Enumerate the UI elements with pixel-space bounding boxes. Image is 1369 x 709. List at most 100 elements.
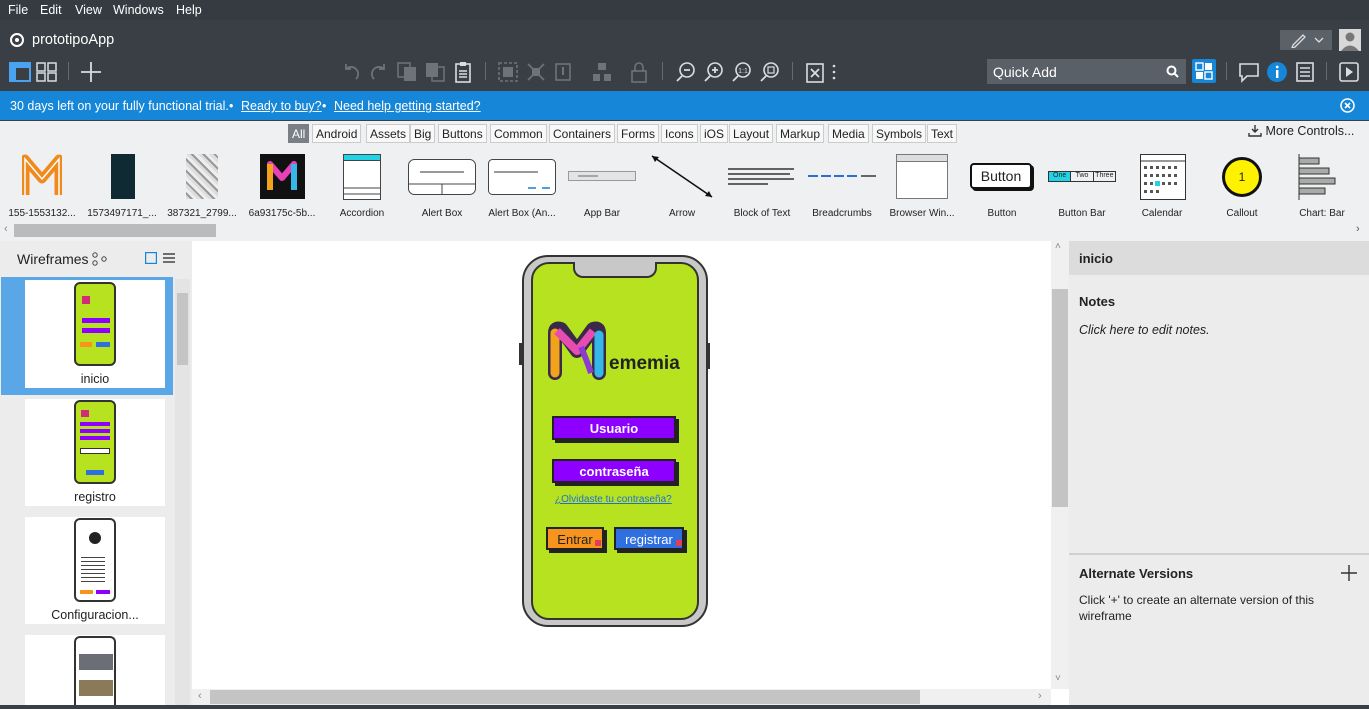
single-view-icon[interactable] xyxy=(9,61,31,83)
align-icon[interactable] xyxy=(591,61,613,83)
scrollbar-thumb[interactable] xyxy=(210,690,920,704)
library-item-breadcrumbs[interactable]: Breadcrumbs xyxy=(802,151,882,221)
more-controls-button[interactable]: More Controls... xyxy=(1248,124,1354,138)
scroll-up-icon[interactable]: ˄ xyxy=(1055,241,1061,252)
category-all[interactable]: All xyxy=(288,124,310,143)
ready-to-buy-label[interactable]: Ready to buy? xyxy=(241,99,322,113)
notes-placeholder[interactable]: Click here to edit notes. xyxy=(1079,323,1210,337)
category-buttons[interactable]: Buttons xyxy=(438,124,487,143)
wireframe-thumb-inicio[interactable]: inicio xyxy=(25,280,165,388)
category-layout[interactable]: Layout xyxy=(729,124,774,143)
forgot-password-link[interactable]: ¿Olvidaste tu contraseña? xyxy=(555,494,672,505)
scrollbar-thumb[interactable] xyxy=(14,224,216,237)
scroll-left-icon[interactable]: ‹ xyxy=(4,223,8,235)
enter-button[interactable]: Entrar xyxy=(546,527,604,550)
library-item-alert-box[interactable]: Alert Box xyxy=(402,151,482,221)
properties-icon[interactable] xyxy=(1294,61,1316,83)
lock-icon[interactable] xyxy=(628,61,650,83)
undo-icon[interactable] xyxy=(340,61,362,83)
library-scrollbar[interactable]: ‹ › xyxy=(0,222,1369,239)
close-icon[interactable] xyxy=(1340,98,1355,113)
library-item-block-of-text[interactable]: Block of Text xyxy=(722,151,802,221)
panel-scrollbar[interactable] xyxy=(175,279,190,705)
comment-icon[interactable] xyxy=(1238,61,1260,83)
page-name[interactable]: inicio xyxy=(1079,251,1113,266)
category-symbols[interactable]: Symbols xyxy=(872,124,927,143)
user-avatar[interactable] xyxy=(1339,29,1361,51)
canvas-vertical-scrollbar[interactable]: ˄ ˅ xyxy=(1051,241,1069,689)
duplicate-icon[interactable] xyxy=(424,61,446,83)
presentation-icon[interactable] xyxy=(1338,61,1360,83)
wireframe-thumb-configuracion[interactable]: Configuracion... xyxy=(25,517,165,624)
menu-view[interactable]: View xyxy=(75,3,102,17)
actual-size-icon[interactable]: 1:1 xyxy=(731,61,753,83)
more-icon[interactable] xyxy=(828,61,850,83)
canvas-horizontal-scrollbar[interactable]: ‹ › xyxy=(192,689,1051,705)
redo-icon[interactable] xyxy=(368,61,390,83)
add-version-icon[interactable] xyxy=(1341,565,1357,581)
library-item-asset-1[interactable]: 155-1553132... xyxy=(2,151,82,221)
category-media[interactable]: Media xyxy=(828,124,869,143)
fit-zoom-icon[interactable] xyxy=(759,61,781,83)
category-text[interactable]: Text xyxy=(927,124,958,143)
library-item-app-bar[interactable]: App Bar xyxy=(562,151,642,221)
ready-to-buy-link[interactable]: Ready to buy? xyxy=(241,99,322,113)
library-item-browser-window[interactable]: Browser Win... xyxy=(882,151,962,221)
zoom-in-icon[interactable] xyxy=(703,61,725,83)
password-field[interactable]: contraseña xyxy=(552,459,676,483)
library-item-asset-3[interactable]: 387321_2799... xyxy=(162,151,242,221)
quick-add-input[interactable]: Quick Add xyxy=(987,59,1186,84)
category-big[interactable]: Big xyxy=(410,124,436,143)
username-field[interactable]: Usuario xyxy=(552,416,676,440)
menu-windows[interactable]: Windows xyxy=(113,3,164,17)
clipboard-icon[interactable] xyxy=(452,61,474,83)
category-forms[interactable]: Forms xyxy=(617,124,659,143)
menu-help[interactable]: Help xyxy=(176,3,202,17)
category-ios[interactable]: iOS xyxy=(700,124,729,143)
copy-icon[interactable] xyxy=(396,61,418,83)
thumbnail-view-icon[interactable] xyxy=(145,252,157,264)
scroll-right-icon[interactable]: › xyxy=(1356,223,1360,235)
library-item-button[interactable]: Button Button xyxy=(962,151,1042,221)
menu-file[interactable]: File xyxy=(8,3,28,17)
library-item-callout[interactable]: 1 Callout xyxy=(1202,151,1282,221)
help-link[interactable]: Need help getting started? xyxy=(334,99,481,113)
category-icons[interactable]: Icons xyxy=(661,124,698,143)
wireframe-thumb-registro[interactable]: registro xyxy=(25,399,165,506)
grid-view-icon[interactable] xyxy=(36,61,58,83)
phone-frame[interactable]: ememia Usuario contraseña ¿Olvidaste tu … xyxy=(519,255,710,627)
info-icon[interactable] xyxy=(1266,61,1288,83)
library-item-arrow[interactable]: Arrow xyxy=(642,151,722,221)
category-android[interactable]: Android xyxy=(312,124,362,143)
scroll-right-icon[interactable]: › xyxy=(1038,690,1042,702)
wireframe-thumb-4[interactable] xyxy=(25,635,165,705)
category-containers[interactable]: Containers xyxy=(549,124,616,143)
ui-library-toggle[interactable] xyxy=(1192,59,1216,83)
scroll-left-icon[interactable]: ‹ xyxy=(198,690,202,702)
scrollbar-thumb[interactable] xyxy=(1052,289,1068,507)
add-icon[interactable] xyxy=(80,61,102,83)
library-item-calendar[interactable]: Calendar xyxy=(1122,151,1202,221)
register-button[interactable]: registrar xyxy=(614,527,684,550)
category-markup[interactable]: Markup xyxy=(776,124,825,143)
sitemap-icon[interactable] xyxy=(92,252,108,266)
menu-edit[interactable]: Edit xyxy=(40,3,62,17)
library-item-chart-bar[interactable]: Chart: Bar xyxy=(1282,151,1362,221)
clear-icon[interactable] xyxy=(804,61,826,83)
help-link-label[interactable]: Need help getting started? xyxy=(334,99,481,113)
scrollbar-thumb[interactable] xyxy=(177,293,188,365)
library-item-button-bar[interactable]: One Two Three Button Bar xyxy=(1042,151,1122,221)
category-assets[interactable]: Assets xyxy=(366,124,411,143)
scroll-down-icon[interactable]: ˅ xyxy=(1055,673,1061,684)
library-item-accordion[interactable]: Accordion xyxy=(322,151,402,221)
zoom-out-icon[interactable] xyxy=(675,61,697,83)
category-common[interactable]: Common xyxy=(490,124,547,143)
library-item-alert-box-android[interactable]: Alert Box (An... xyxy=(482,151,562,221)
edit-mode-dropdown[interactable] xyxy=(1280,30,1332,50)
ungroup-icon[interactable] xyxy=(525,61,547,83)
library-item-asset-2[interactable]: 1573497171_... xyxy=(82,151,162,221)
bring-front-icon[interactable] xyxy=(553,61,575,83)
group-icon[interactable] xyxy=(497,61,519,83)
list-view-icon[interactable] xyxy=(163,252,175,264)
library-item-asset-4[interactable]: 6a93175c-5b... xyxy=(242,151,322,221)
